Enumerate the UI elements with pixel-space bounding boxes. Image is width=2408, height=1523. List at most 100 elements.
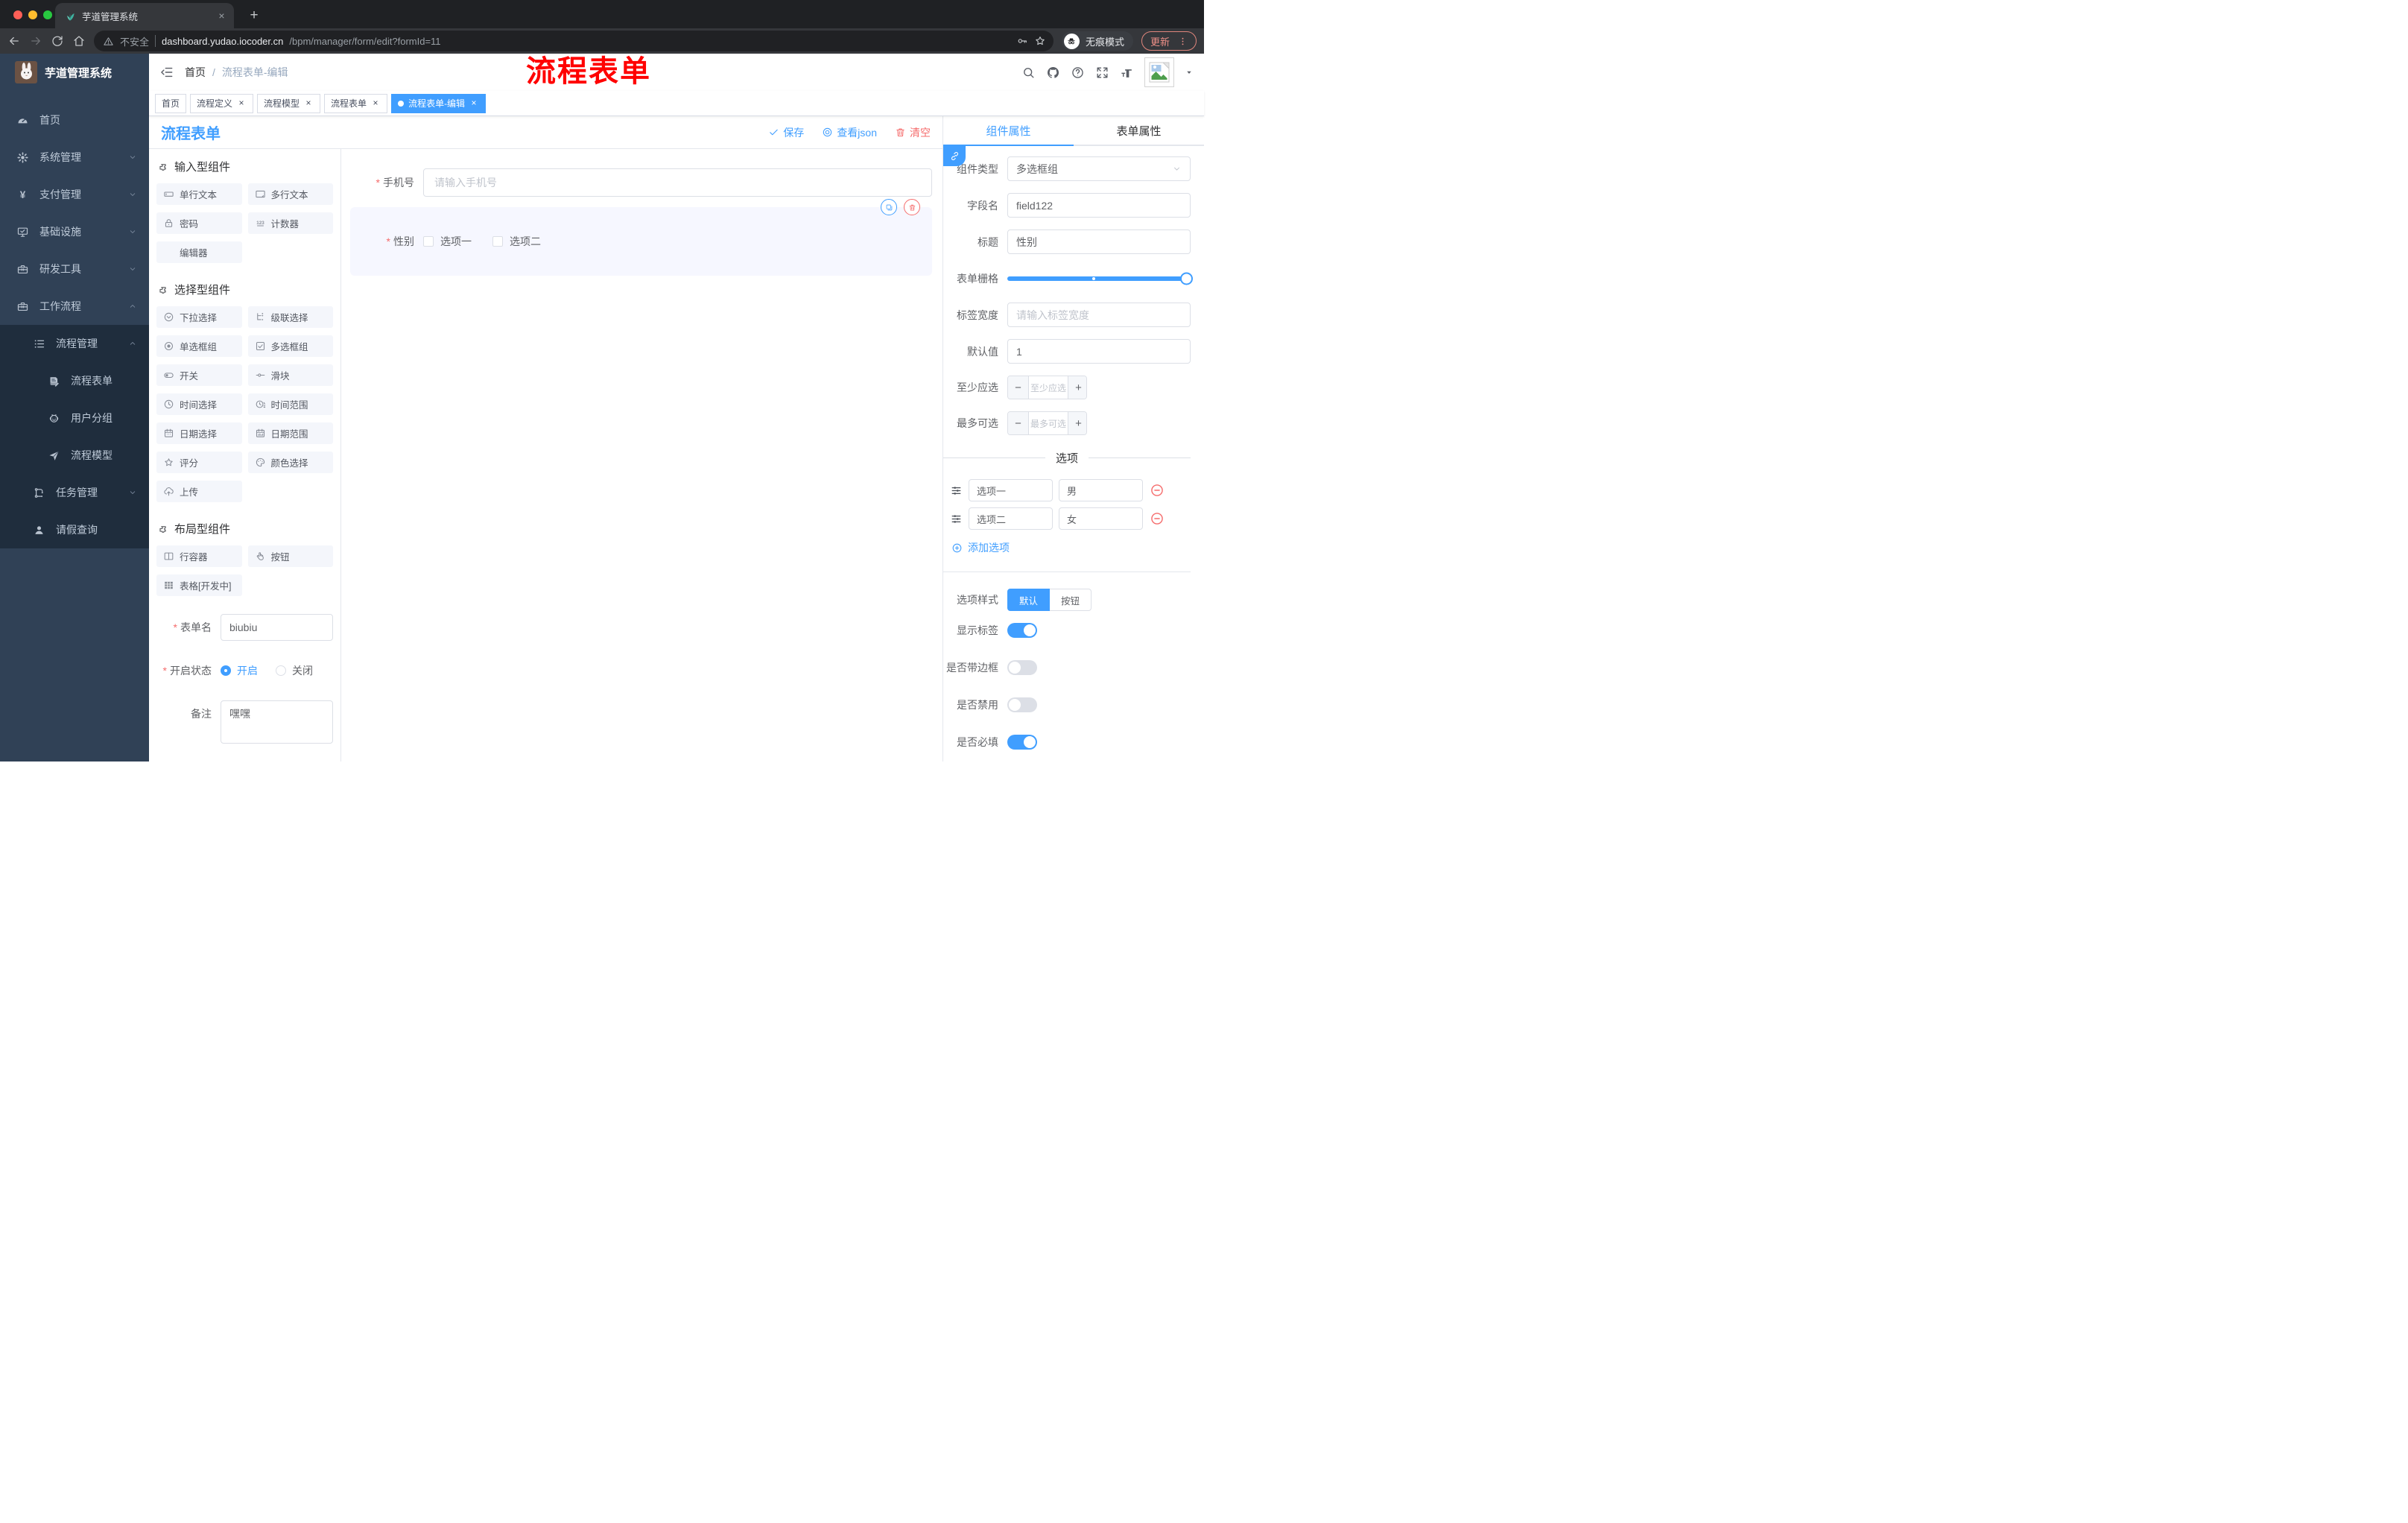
address-bar[interactable]: 不安全 dashboard.yudao.iocoder.cn/bpm/manag… [94,31,1054,51]
field-name-input[interactable] [1007,193,1191,218]
tab-首页[interactable]: 首页 [155,93,187,113]
option-label-input[interactable] [969,479,1053,501]
palette-item-单行文本[interactable]: 单行文本 [156,183,242,205]
tag-close-icon[interactable]: × [303,98,314,109]
title-input[interactable] [1007,229,1191,254]
tab-流程定义[interactable]: 流程定义 × [190,93,254,113]
canvas-field-gender-selected[interactable]: 性别 选项一 选项二 [350,199,932,276]
sidebar-collapse-icon[interactable] [159,65,174,80]
sidebar-item-流程表单[interactable]: 流程表单 [0,362,149,399]
tag-close-icon[interactable]: × [469,98,479,109]
clear-button[interactable]: 清空 [895,125,931,140]
back-icon[interactable] [7,34,21,48]
option-label-input[interactable] [969,507,1053,530]
palette-item-多行文本[interactable]: 多行文本 [247,183,333,205]
browser-menu-dots-icon[interactable] [1178,37,1188,46]
help-icon[interactable] [1071,66,1085,80]
data-binding-tab[interactable] [943,146,966,166]
drag-handle-icon[interactable] [950,484,963,497]
save-button[interactable]: 保存 [768,125,804,140]
add-option-button[interactable]: 添加选项 [951,540,1191,555]
view-json-button[interactable]: 查看json [822,125,877,140]
window-close-button[interactable] [13,10,22,19]
palette-item-评分[interactable]: 评分 [156,452,242,473]
label-width-input[interactable] [1007,303,1191,327]
phone-input[interactable] [423,168,932,197]
status-radio-开启[interactable]: 开启 [221,663,258,678]
default-value-input[interactable] [1007,339,1191,364]
palette-item-行容器[interactable]: 行容器 [156,545,242,567]
gender-checkbox-选项二[interactable]: 选项二 [492,234,541,249]
sidebar-item-基础设施[interactable]: 基础设施 [0,213,149,250]
window-minimize-button[interactable] [28,10,37,19]
toggle-是否禁用[interactable] [1007,697,1037,712]
palette-item-颜色选择[interactable]: 颜色选择 [247,452,333,473]
tab-流程表单[interactable]: 流程表单 × [324,93,388,113]
canvas-field-phone[interactable]: 手机号 [350,168,932,197]
github-icon[interactable] [1046,66,1060,80]
sidebar-item-工作流程[interactable]: 工作流程 [0,288,149,325]
toggle-显示标签[interactable] [1007,623,1037,638]
option-style-默认[interactable]: 默认 [1007,589,1051,611]
palette-item-上传[interactable]: 上传 [156,481,242,502]
palette-item-级联选择[interactable]: 级联选择 [247,306,333,328]
palette-item-滑块[interactable]: 滑块 [247,364,333,386]
stepper-increase-button[interactable]: + [1068,376,1086,399]
password-key-icon[interactable] [1016,35,1028,47]
breadcrumb-home[interactable]: 首页 [185,65,206,80]
palette-item-单选框组[interactable]: 单选框组 [156,335,242,357]
form-name-input[interactable] [221,614,333,641]
stepper-decrease-button[interactable]: − [1008,412,1028,434]
sidebar-item-流程管理[interactable]: 流程管理 [0,325,149,362]
tab-close-icon[interactable]: × [215,10,228,22]
sidebar-item-流程模型[interactable]: 流程模型 [0,437,149,474]
window-zoom-button[interactable] [43,10,52,19]
sidebar-item-系统管理[interactable]: 系统管理 [0,139,149,176]
palette-item-计数器[interactable]: 123 计数器 [247,212,333,234]
slider-handle[interactable] [1180,272,1193,285]
tag-close-icon[interactable]: × [370,98,381,109]
drag-handle-icon[interactable] [950,513,963,525]
tab-流程表单-编辑[interactable]: 流程表单-编辑 × [391,93,487,113]
font-size-icon[interactable] [1120,66,1134,80]
form-remark-textarea[interactable]: 嘿嘿 [221,700,333,744]
option-value-input[interactable] [1059,507,1143,530]
search-icon[interactable] [1021,66,1036,80]
form-canvas[interactable]: 手机号 性别 选项一 选项二 [341,149,942,762]
bookmark-star-icon[interactable] [1034,35,1046,47]
new-tab-button[interactable]: + [244,6,264,25]
sidebar-item-研发工具[interactable]: 研发工具 [0,250,149,288]
sidebar-item-支付管理[interactable]: ¥ 支付管理 [0,176,149,213]
sidebar-item-首页[interactable]: 首页 [0,101,149,139]
avatar[interactable] [1144,57,1174,87]
option-value-input[interactable] [1059,479,1143,501]
palette-item-下拉选择[interactable]: 下拉选择 [156,306,242,328]
sidebar-item-请假查询[interactable]: 请假查询 [0,511,149,548]
option-style-按钮[interactable]: 按钮 [1050,589,1092,611]
fullscreen-icon[interactable] [1095,66,1109,80]
max-select-stepper[interactable]: − 最多可选 + [1007,411,1087,435]
delete-component-button[interactable] [904,199,920,215]
sidebar-item-任务管理[interactable]: 任务管理 [0,474,149,511]
status-radio-关闭[interactable]: 关闭 [276,663,313,678]
forward-icon[interactable] [29,34,42,48]
form-grid-slider[interactable] [1007,266,1193,291]
gender-checkbox-选项一[interactable]: 选项一 [423,234,472,249]
palette-item-编辑器[interactable]: 编辑器 [156,241,242,263]
palette-item-密码[interactable]: 密码 [156,212,242,234]
tag-close-icon[interactable]: × [236,98,247,109]
min-select-stepper[interactable]: − 至少应选 + [1007,376,1087,399]
sidebar-item-用户分组[interactable]: 用户分组 [0,399,149,437]
tab-组件属性[interactable]: 组件属性 [943,116,1074,145]
palette-item-时间范围[interactable]: 时间范围 [247,393,333,415]
stepper-increase-button[interactable]: + [1068,412,1086,434]
browser-update-button[interactable]: 更新 [1141,31,1197,51]
tab-流程模型[interactable]: 流程模型 × [257,93,321,113]
palette-item-开关[interactable]: 开关 [156,364,242,386]
remove-option-button[interactable] [1150,511,1165,526]
toggle-是否带边框[interactable] [1007,660,1037,675]
palette-item-表格[开发中][interactable]: 表格[开发中] [156,574,242,596]
toggle-是否必填[interactable] [1007,735,1037,750]
component-type-select[interactable]: 多选框组 [1007,156,1191,181]
home-icon[interactable] [72,34,86,48]
